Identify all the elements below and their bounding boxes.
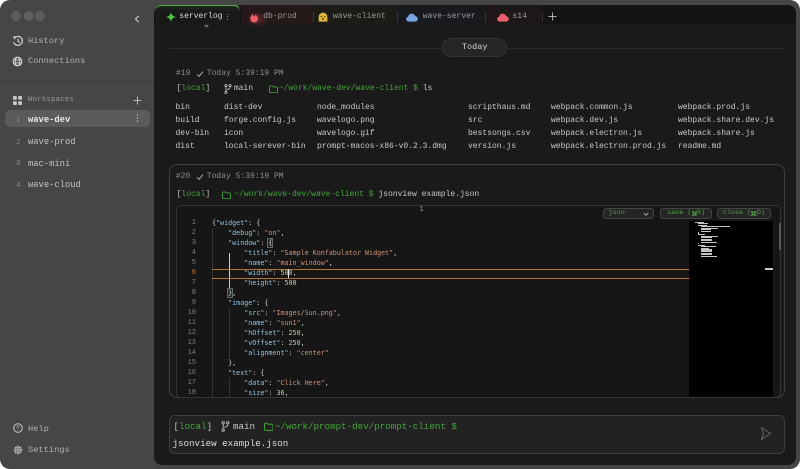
svg-text:?: ? (16, 425, 20, 432)
